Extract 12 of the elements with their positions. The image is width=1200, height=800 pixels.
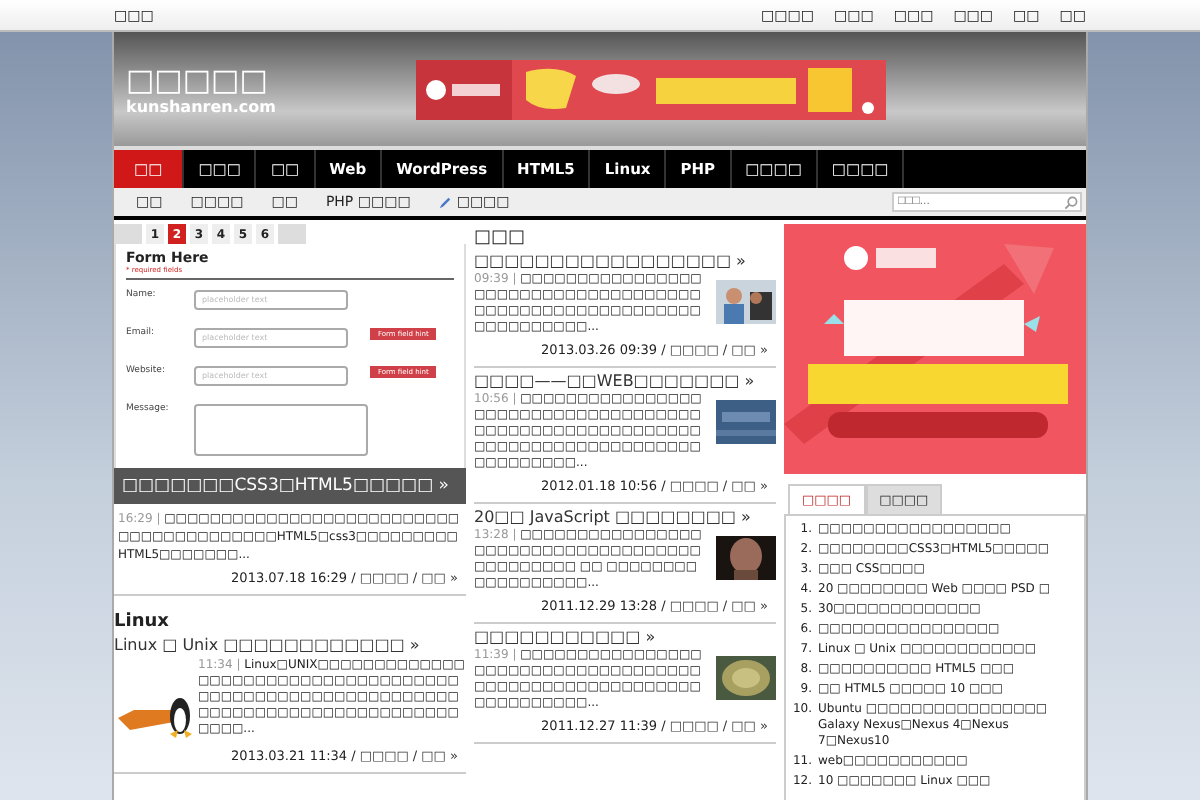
pen-icon [438, 195, 453, 209]
post-title[interactable]: □□□□□□□□□□□□□□□□□ » [474, 248, 776, 272]
post-title[interactable]: Linux □ Unix □□□□□□□□□□□□ » [114, 632, 466, 658]
slide-caption[interactable]: □□□□□□□CSS3□HTML5□□□□□ » [114, 468, 466, 504]
site-domain: kunshanren.com [126, 98, 276, 116]
section-heading: □□□ [474, 226, 528, 248]
section-heading: Linux [114, 610, 171, 632]
pager-end [278, 224, 306, 244]
post-title[interactable]: □□□□□□□□□□□ » [474, 624, 776, 648]
search-icon [1064, 195, 1078, 209]
post-title[interactable]: □□□□——□□WEB□□□□□□□ » [474, 368, 776, 392]
post-title[interactable]: 20□□ JavaScript □□□□□□□□ » [474, 504, 776, 528]
